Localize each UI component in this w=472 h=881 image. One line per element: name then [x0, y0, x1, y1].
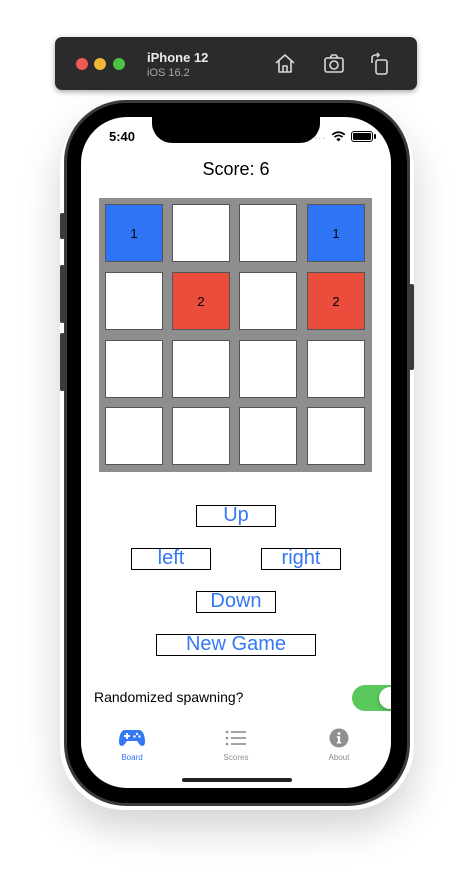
volume-down-button	[60, 333, 65, 391]
board-cell-r2c1	[172, 340, 230, 398]
score-label: Score: 6	[202, 159, 270, 179]
tab-about-label: About	[328, 753, 350, 762]
left-button[interactable]: left	[131, 548, 211, 570]
status-time: 5:40	[109, 129, 136, 144]
home-indicator[interactable]	[182, 778, 292, 782]
tab-scores-label: Scores	[223, 753, 249, 762]
volume-up-button	[60, 265, 65, 323]
power-button	[409, 284, 414, 370]
board-cell-r2c3	[307, 340, 365, 398]
board-cell-r2c0	[105, 340, 163, 398]
up-button[interactable]: Up	[196, 505, 276, 527]
list-icon	[225, 730, 246, 746]
device-name: iPhone 12	[147, 50, 209, 65]
board-cell-r3c0	[105, 407, 163, 465]
status-icons: ....	[310, 129, 376, 143]
new-game-button[interactable]: New Game	[156, 634, 316, 656]
board-cell-r3c2	[239, 407, 297, 465]
board-cell-r1c0	[105, 272, 163, 330]
gamecontroller-icon	[119, 730, 145, 746]
info-icon	[329, 728, 349, 748]
battery-icon	[351, 130, 376, 142]
right-button[interactable]: right	[261, 548, 341, 570]
notch	[152, 117, 320, 143]
tab-board[interactable]: Board	[102, 726, 162, 762]
zoom-window-button[interactable]	[113, 58, 125, 70]
rotate-icon[interactable]	[368, 52, 392, 76]
down-button[interactable]: Down	[196, 591, 276, 613]
device-os-version: iOS 16.2	[147, 67, 190, 79]
board-cell-r3c1	[172, 407, 230, 465]
randomized-spawning-toggle[interactable]	[352, 685, 391, 711]
screenshot-icon[interactable]	[322, 52, 346, 76]
board-cell-r0c0: 1	[105, 204, 163, 262]
tab-board-label: Board	[121, 753, 143, 762]
phone-screen: 5:40 .... Score: 6 1 1 2 2 Up left right…	[81, 117, 391, 788]
tab-bar: Board Scores About	[81, 720, 391, 768]
board-cell-r0c2	[239, 204, 297, 262]
signal-dots: ....	[310, 130, 326, 142]
board-cell-r0c1	[172, 204, 230, 262]
board-cell-r1c1: 2	[172, 272, 230, 330]
toggle-knob[interactable]	[379, 687, 391, 709]
game-board: 1 1 2 2	[99, 198, 372, 472]
board-cell-r2c2	[239, 340, 297, 398]
mute-switch	[60, 213, 65, 239]
board-cell-r0c3: 1	[307, 204, 365, 262]
minimize-window-button[interactable]	[94, 58, 106, 70]
tab-about[interactable]: About	[309, 726, 369, 762]
board-cell-r1c3: 2	[307, 272, 365, 330]
randomized-spawning-label: Randomized spawning?	[94, 689, 244, 705]
home-icon[interactable]	[273, 52, 297, 76]
simulator-titlebar: iPhone 12 iOS 16.2	[55, 37, 417, 90]
tab-scores[interactable]: Scores	[206, 726, 266, 762]
close-window-button[interactable]	[76, 58, 88, 70]
board-cell-r1c2	[239, 272, 297, 330]
board-cell-r3c3	[307, 407, 365, 465]
wifi-icon	[331, 130, 346, 142]
